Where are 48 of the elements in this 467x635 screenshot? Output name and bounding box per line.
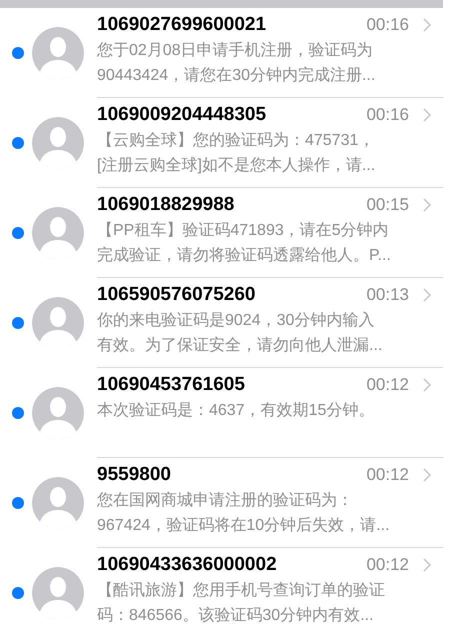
chevron-icon	[423, 108, 431, 122]
message-time: 00:12	[366, 374, 409, 396]
sender-number: 106590576075260	[97, 283, 257, 307]
message-time: 00:16	[366, 104, 409, 126]
chevron-icon	[423, 558, 431, 572]
avatar-icon	[32, 387, 84, 439]
avatar-icon	[32, 567, 84, 619]
chevron-icon	[423, 198, 431, 212]
chevron-icon	[423, 18, 431, 32]
sender-number: 1069018829988	[97, 193, 236, 217]
chevron-icon	[423, 288, 431, 302]
avatar-icon	[32, 297, 84, 349]
message-time: 00:12	[366, 554, 409, 576]
message-row[interactable]: 10690433636000002 00:12 【酷讯旅游】您用手机号查询订单的验证 码：846566。该验证码30分钟内有效...	[0, 548, 443, 635]
message-preview: 您在国网商城申请注册的验证码为：	[97, 490, 354, 511]
message-time: 00:15	[366, 194, 409, 216]
message-preview: 【酷讯旅游】您用手机号查询订单的验证	[97, 580, 386, 601]
message-preview: 【PP租车】验证码471893，请在5分钟内	[97, 220, 390, 241]
sender-number: 10690453761605	[97, 373, 246, 397]
message-row[interactable]: 1069018829988 00:15 【PP租车】验证码471893，请在5分钟内 完成验证，请勿将验证码透露给他人。P...	[0, 188, 443, 278]
message-preview: 码：846566。该验证码30分钟内有效...	[97, 606, 375, 626]
sender-number: 1069027699600021	[97, 13, 268, 37]
avatar-icon	[32, 117, 84, 169]
avatar-icon	[32, 27, 84, 79]
message-row[interactable]: 106590576075260 00:13 你的来电验证码是9024，30分钟内输入 有效。为了保证安全，请勿向他人泄漏...	[0, 278, 443, 368]
message-time: 00:12	[366, 464, 409, 486]
message-preview: 您于02月08日申请手机注册，验证码为	[97, 40, 374, 61]
message-preview: [注册云购全球]如不是您本人操作，请...	[97, 156, 376, 176]
message-time: 00:13	[366, 284, 409, 306]
sender-number: 10690433636000002	[97, 553, 278, 577]
message-time: 00:16	[366, 14, 409, 36]
message-preview: 你的来电验证码是9024，30分钟内输入	[97, 310, 376, 331]
message-preview: 【云购全球】您的验证码为：475731，	[97, 130, 376, 151]
message-row[interactable]: 1069027699600021 00:16 您于02月08日申请手机注册，验证码为 90443424，请您在30分钟内完成注册...	[0, 8, 443, 98]
message-preview: 967424，验证码将在10分钟后失效，请...	[97, 516, 391, 536]
message-row[interactable]: 10690453761605 00:12 本次验证码是：4637，有效期15分钟。	[0, 368, 443, 458]
sender-number: 1069009204448305	[97, 103, 268, 127]
avatar-icon	[32, 477, 84, 529]
message-preview: 90443424，请您在30分钟内完成注册...	[97, 66, 376, 86]
message-preview: 有效。为了保证安全，请勿向他人泄漏...	[97, 336, 384, 356]
message-preview: 本次验证码是：4637，有效期15分钟。	[97, 400, 376, 421]
message-row[interactable]: 9559800 00:12 您在国网商城申请注册的验证码为： 967424，验证码将在10分钟后失效，请...	[0, 458, 443, 548]
sender-number: 9559800	[97, 463, 172, 487]
message-row[interactable]: 1069009204448305 00:16 【云购全球】您的验证码为：475731， [注册云购全球]如不是您本人操作，请...	[0, 98, 443, 188]
chevron-icon	[423, 468, 431, 482]
chevron-icon	[423, 378, 431, 392]
avatar-icon	[32, 207, 84, 259]
message-preview: 完成验证，请勿将验证码透露给他人。P...	[97, 246, 392, 266]
